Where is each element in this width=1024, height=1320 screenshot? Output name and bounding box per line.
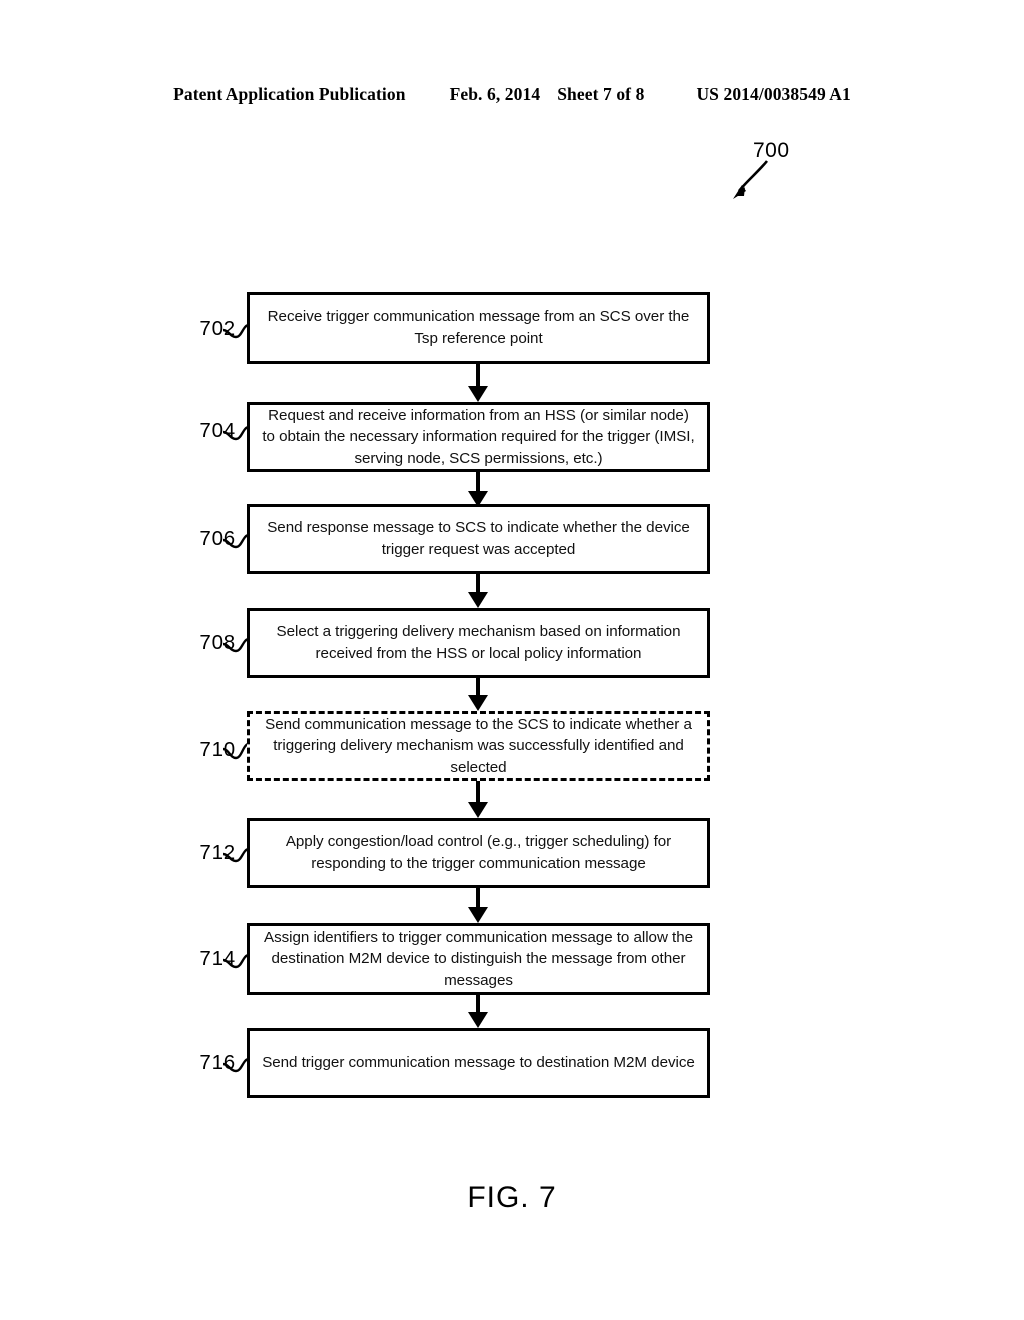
connector-708-710 [468, 678, 488, 711]
flow-step-710-text: Send communication message to the SCS to… [265, 715, 692, 776]
flow-step-716[interactable]: Send trigger communication message to de… [247, 1028, 710, 1098]
flowchart-700: 702 Receive trigger communication messag… [0, 0, 1024, 1320]
flow-step-702-text: Receive trigger communication message fr… [267, 308, 690, 347]
flow-step-716-text: Send trigger communication message to de… [262, 1054, 695, 1072]
connector-712-714 [468, 888, 488, 923]
flow-step-714[interactable]: Assign identifiers to trigger communicat… [247, 923, 710, 995]
connector-704-706 [468, 472, 488, 507]
flow-step-706[interactable]: Send response message to SCS to indicate… [247, 504, 710, 574]
flow-step-712-text: Apply congestion/load control (e.g., tri… [285, 833, 672, 872]
figure-caption: FIG. 7 [467, 1181, 557, 1214]
flow-step-708[interactable]: Select a triggering delivery mechanism b… [247, 608, 710, 678]
flow-step-712[interactable]: Apply congestion/load control (e.g., tri… [247, 818, 710, 888]
connector-706-708 [468, 574, 488, 608]
connector-702-704 [468, 364, 488, 402]
flow-step-704[interactable]: Request and receive information from an … [247, 402, 710, 472]
flow-step-704-text: Request and receive information from an … [262, 406, 695, 467]
flow-step-710[interactable]: Send communication message to the SCS to… [247, 711, 710, 781]
flow-step-708-text: Select a triggering delivery mechanism b… [276, 623, 681, 662]
flow-step-714-text: Assign identifiers to trigger communicat… [263, 928, 693, 989]
flow-step-706-text: Send response message to SCS to indicate… [267, 519, 690, 558]
connector-710-712 [468, 781, 488, 818]
connector-714-716 [468, 995, 488, 1028]
flow-step-702[interactable]: Receive trigger communication message fr… [247, 292, 710, 364]
